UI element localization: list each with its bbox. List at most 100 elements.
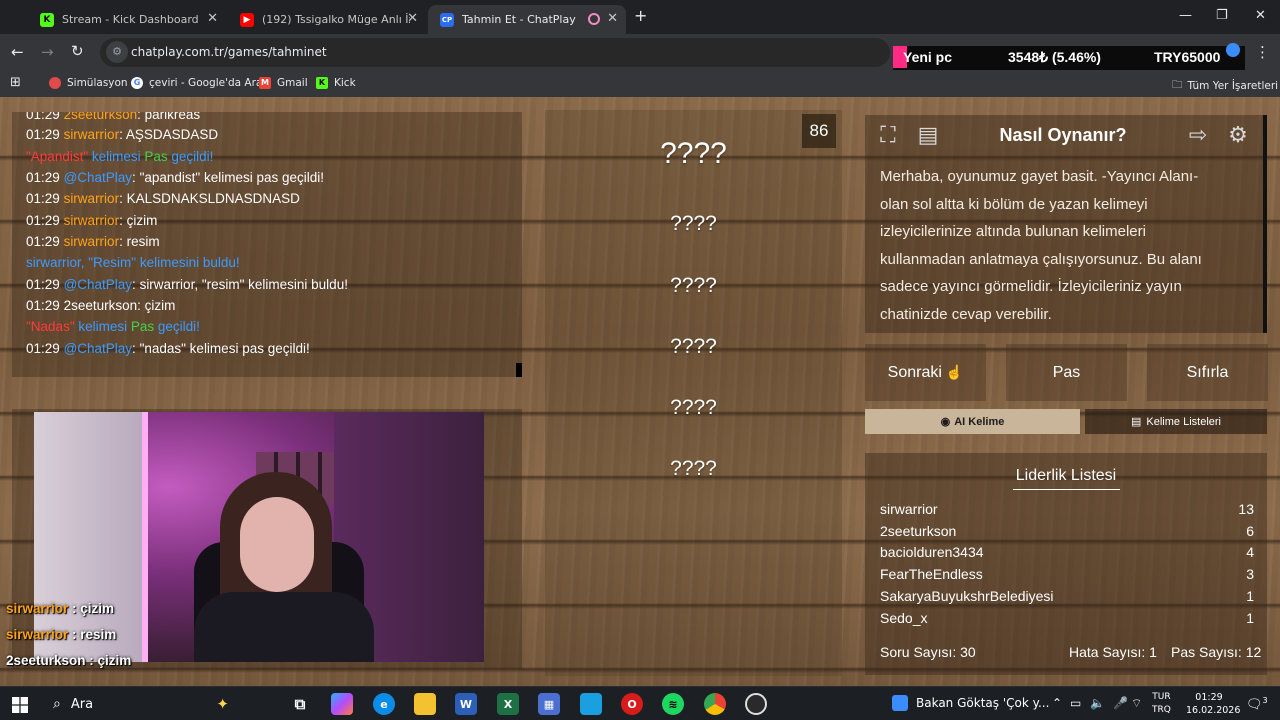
bookmark-gmail[interactable]: M Gmail — [259, 77, 308, 89]
current-word: ???? — [660, 137, 727, 170]
pass-button[interactable]: Pas — [1006, 344, 1127, 401]
maximize-icon[interactable]: ❐ — [1216, 8, 1228, 23]
taskbar-news-widget[interactable]: Bakan Göktaş 'Çok y... — [892, 695, 1049, 711]
notification-count: 3 — [1262, 696, 1268, 705]
chat-user: @ChatPlay — [63, 341, 133, 356]
pass-count: Pas Sayısı: 12 — [1171, 644, 1262, 660]
store-icon[interactable] — [580, 693, 602, 715]
reset-button[interactable]: Sıfırla — [1147, 344, 1268, 401]
copilot-icon[interactable] — [331, 693, 353, 715]
address-bar[interactable]: ⚙ chatplay.com.tr/games/tahminet — [100, 38, 890, 67]
howto-title: Nasıl Oynanır? — [999, 125, 1127, 145]
bookmark-label: Simülasyon — [67, 77, 128, 89]
chat-line: 01:29 @ChatPlay: sirwarrior, "resim" kel… — [26, 277, 348, 292]
bookmark-kick[interactable]: K Kick — [316, 77, 356, 89]
system-text: kelimesi — [88, 149, 145, 164]
close-window-icon[interactable]: ✕ — [1255, 8, 1266, 23]
language-indicator[interactable]: TUR TRQ — [1152, 691, 1171, 717]
cursor-hand-icon: ☝ — [945, 364, 964, 380]
back-icon[interactable]: ← — [11, 43, 24, 61]
chrome-icon[interactable] — [704, 693, 726, 715]
chat-time: 01:29 — [26, 127, 60, 142]
leaderboard-divider — [1013, 489, 1120, 490]
chat-user: sirwarrior — [63, 234, 120, 249]
reload-icon[interactable]: ↻ — [71, 42, 84, 60]
player-score: 3 — [1246, 566, 1254, 582]
bookmark-simulasyon[interactable]: Simülasyon — [49, 77, 128, 89]
youtube-icon: ▶ — [240, 12, 254, 27]
word-lists-button[interactable]: ▤ Kelime Listeleri — [1085, 409, 1267, 434]
chat-line: 01:29 @ChatPlay: "nadas" kelimesi pas ge… — [26, 341, 310, 356]
opera-icon[interactable]: O — [621, 693, 643, 715]
player-name: Sedo_x — [880, 610, 928, 626]
close-tab-icon[interactable]: ✕ — [207, 11, 218, 26]
hint-word: ???? — [670, 212, 717, 235]
overlay-text: resim — [80, 627, 117, 642]
file-explorer-icon[interactable] — [414, 693, 436, 715]
chat-text: parikreas — [144, 112, 201, 122]
word-icon[interactable]: W — [455, 693, 477, 715]
leaderboard-title: Liderlik Listesi — [1015, 467, 1117, 484]
tab-kick-dashboard[interactable]: K Stream - Kick Dashboard ✕ — [28, 5, 226, 34]
wifi-icon[interactable]: ⌔ — [1131, 696, 1142, 711]
task-view-icon[interactable]: ⧉ — [289, 693, 311, 715]
battery-icon[interactable]: ▭ — [1070, 696, 1081, 710]
overlay-text: çizim — [80, 601, 115, 616]
browser-menu-icon[interactable]: ⋮ — [1255, 43, 1270, 61]
next-button[interactable]: Sonraki ☝ — [865, 344, 986, 401]
excel-icon[interactable]: X — [497, 693, 519, 715]
tab-chatplay[interactable]: CP Tahmin Et - ChatPlay ✕ — [428, 5, 626, 34]
price-tracker-extension[interactable]: Yeni pc 3548₺ (5.46%) TRY65000 — [893, 43, 1245, 70]
chat-scrollbar[interactable] — [516, 363, 522, 377]
apps-grid-icon[interactable]: ⊞ — [10, 75, 21, 90]
chat-user: @ChatPlay — [63, 277, 133, 292]
forward-icon[interactable]: → — [41, 43, 54, 61]
chat-time: 01:29 — [26, 298, 60, 313]
word-panel — [545, 110, 842, 676]
edge-icon[interactable]: e — [373, 693, 395, 715]
close-tab-icon[interactable]: ✕ — [607, 11, 618, 26]
taskbar-search[interactable]: ⌕ Ara ✦ — [45, 691, 229, 717]
obs-icon[interactable] — [745, 693, 767, 715]
chat-time: 01:29 — [26, 234, 60, 249]
chat-user: sirwarrior — [63, 213, 120, 228]
globe-icon — [1226, 43, 1240, 57]
list-icon: ▤ — [1131, 416, 1142, 428]
windows-start-icon[interactable] — [12, 697, 28, 713]
calculator-icon[interactable]: ▦ — [538, 693, 560, 715]
overlay-chat-line: sirwarrior : resim — [6, 627, 116, 642]
volume-icon[interactable]: 🔈 — [1090, 696, 1105, 710]
chat-log: 01:29 2seeturkson: parikreas 01:29 sirwa… — [12, 112, 522, 377]
microphone-icon[interactable]: 🎤 — [1113, 696, 1128, 710]
minimize-icon[interactable]: — — [1179, 8, 1192, 23]
site-info-icon[interactable]: ⚙ — [106, 41, 128, 63]
chat-user: 2seeturkson — [63, 298, 138, 313]
windows-taskbar: ⌕ Ara ✦ ⧉ e W X ▦ O ≋ Bakan Göktaş 'Çok y.… — [0, 686, 1280, 720]
tab-youtube[interactable]: ▶ (192) Tssigalko Müge Anlı İzliyo ✕ — [228, 5, 426, 34]
leaderboard-row: FearTheEndless 3 — [880, 566, 1254, 582]
taskbar-clock[interactable]: 01:29 16.02.2026 — [1186, 691, 1240, 717]
close-tab-icon[interactable]: ✕ — [407, 11, 418, 26]
all-bookmarks[interactable]: 🗀 Tüm Yer İşaretleri — [1172, 77, 1278, 95]
question-count: Soru Sayısı: 30 — [880, 644, 976, 660]
notifications-icon[interactable]: 🗨3 — [1246, 696, 1268, 712]
simulasyon-icon — [49, 77, 61, 89]
bookmark-google-translate[interactable]: Gçeviri - Google'da Ara — [131, 77, 262, 89]
chat-line: 01:29 2seeturkson: çizim — [26, 298, 176, 313]
leaderboard-row: baciolduren3434 4 — [880, 544, 1254, 560]
hint-word: ???? — [670, 457, 717, 480]
tray-chevron-icon[interactable]: ⌃ — [1052, 696, 1062, 710]
spotify-icon[interactable]: ≋ — [662, 693, 684, 715]
hint-word: ???? — [670, 274, 717, 297]
bookmark-label: Gmail — [277, 77, 308, 89]
player-score: 13 — [1238, 501, 1254, 517]
news-text: Bakan Göktaş 'Çok y... — [916, 696, 1050, 710]
chat-text: çizim — [144, 298, 176, 313]
chat-time: 01:29 — [26, 213, 60, 228]
ai-word-button[interactable]: ◉ AI Kelime — [865, 409, 1080, 434]
search-icon: ⌕ — [53, 696, 61, 712]
overlay-user: sirwarrior — [6, 601, 69, 616]
new-tab-icon[interactable]: + — [634, 6, 647, 25]
leaderboard-row: Sedo_x 1 — [880, 610, 1254, 626]
overlay-user: sirwarrior — [6, 627, 69, 642]
